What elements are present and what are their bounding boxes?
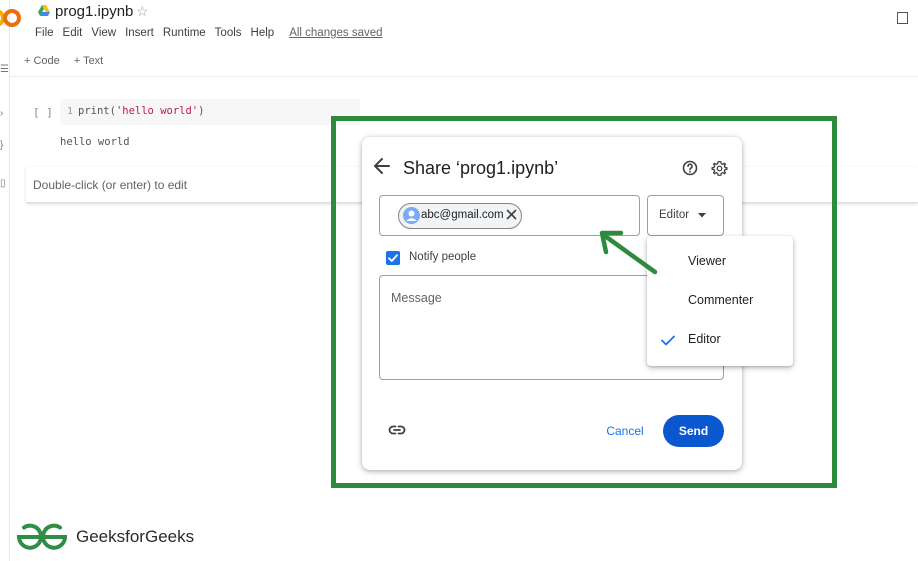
settings-icon[interactable] xyxy=(711,160,728,177)
menu-icon[interactable]: ☰ xyxy=(0,64,9,75)
role-option-label: Commenter xyxy=(688,293,754,307)
role-option-label: Editor xyxy=(688,332,721,346)
cancel-button[interactable]: Cancel xyxy=(598,417,652,445)
text-cell-placeholder: Double-click (or enter) to edit xyxy=(33,178,188,192)
search-icon[interactable]: › xyxy=(0,108,3,119)
dialog-title: Share ‘prog1.ipynb’ xyxy=(403,158,559,178)
code-string: 'hello world' xyxy=(115,105,199,117)
cell-output: hello world xyxy=(60,136,130,148)
comment-icon[interactable] xyxy=(897,12,908,24)
code-text[interactable]: print('hello world') xyxy=(78,105,204,117)
code-function: print( xyxy=(78,105,116,117)
gfg-logo-icon xyxy=(16,523,68,550)
notify-label[interactable]: Notify people xyxy=(409,251,476,263)
recipient-email: abc@gmail.com xyxy=(421,209,504,221)
close-icon[interactable] xyxy=(506,209,517,220)
run-cell-button[interactable]: [ ] xyxy=(33,106,53,119)
message-placeholder: Message xyxy=(391,291,442,305)
menu-bar: File Edit View Insert Runtime Tools Help… xyxy=(35,27,383,39)
save-status[interactable]: All changes saved xyxy=(289,27,382,39)
avatar-icon xyxy=(403,207,420,224)
files-icon[interactable]: ▯ xyxy=(0,178,6,189)
toolbar-divider xyxy=(10,76,918,77)
menu-view[interactable]: View xyxy=(91,27,116,39)
link-icon[interactable] xyxy=(388,423,406,437)
add-code-button[interactable]: + Code xyxy=(24,55,60,67)
caret-down-icon xyxy=(698,213,706,218)
notebook-title[interactable]: prog1.ipynb xyxy=(55,3,133,20)
line-number: 1 xyxy=(67,106,74,117)
help-icon[interactable] xyxy=(682,160,698,176)
role-option-viewer[interactable]: Viewer xyxy=(647,242,793,281)
watermark-brand: GeeksforGeeks xyxy=(76,527,195,546)
send-button[interactable]: Send xyxy=(663,415,724,447)
menu-edit[interactable]: Edit xyxy=(63,27,83,39)
colab-logo-icon[interactable] xyxy=(0,6,22,30)
role-selected-label: Editor xyxy=(659,209,690,221)
menu-insert[interactable]: Insert xyxy=(125,27,154,39)
notebook-toolbar: + Code + Text xyxy=(24,55,103,67)
code-close: ) xyxy=(198,105,205,117)
notify-checkbox[interactable] xyxy=(386,251,400,265)
back-arrow-icon[interactable] xyxy=(373,156,391,176)
menu-help[interactable]: Help xyxy=(251,27,275,39)
star-icon[interactable]: ☆ xyxy=(136,3,149,20)
role-option-label: Viewer xyxy=(688,254,726,268)
left-rail xyxy=(0,0,10,561)
code-icon[interactable]: } xyxy=(0,140,3,151)
menu-runtime[interactable]: Runtime xyxy=(163,27,206,39)
menu-file[interactable]: File xyxy=(35,27,54,39)
add-text-button[interactable]: + Text xyxy=(74,55,103,67)
check-icon xyxy=(661,335,675,346)
annotation-arrow-icon xyxy=(599,230,658,275)
drive-icon[interactable] xyxy=(38,5,50,17)
menu-tools[interactable]: Tools xyxy=(215,27,242,39)
role-option-commenter[interactable]: Commenter xyxy=(647,281,793,320)
